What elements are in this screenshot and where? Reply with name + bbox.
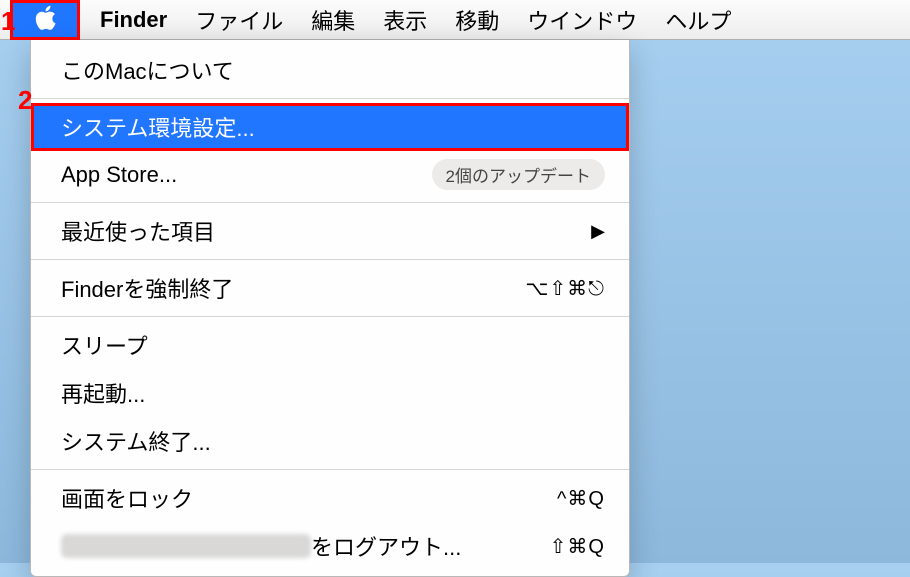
apple-icon [34,5,56,35]
menu-label: 最近使った項目 [61,215,215,247]
update-badge: 2個のアップデート [432,159,605,190]
menu-label: Finderを強制終了 [61,272,233,304]
menu-label: このMacについて [61,54,234,86]
shortcut-text: ^⌘Q [557,486,605,511]
menubar-file[interactable]: ファイル [181,0,297,39]
menu-label: をログアウト... [61,530,461,562]
annotation-2: 2 [18,85,32,116]
apple-dropdown-menu: このMacについて システム環境設定... App Store... 2個のアッ… [30,40,630,577]
menu-restart[interactable]: 再起動... [31,369,629,417]
annotation-1: 1 [1,6,15,37]
menu-about-this-mac[interactable]: このMacについて [31,46,629,94]
menubar-view[interactable]: 表示 [369,0,441,39]
menubar-go[interactable]: 移動 [441,0,513,39]
menu-separator [31,469,629,470]
apple-menu-button[interactable] [10,0,80,40]
menu-label: App Store... [61,162,177,188]
shortcut-text: ⌥⇧⌘⎋ [525,276,605,301]
menu-app-store[interactable]: App Store... 2個のアップデート [31,151,629,198]
menu-force-quit[interactable]: Finderを強制終了 ⌥⇧⌘⎋ [31,264,629,312]
menu-shutdown[interactable]: システム終了... [31,417,629,465]
menu-label: 再起動... [61,377,145,409]
menu-lock-screen[interactable]: 画面をロック ^⌘Q [31,474,629,522]
menu-label: スリープ [61,329,148,361]
shortcut-text: ⇧⌘Q [550,534,605,559]
submenu-arrow-icon: ▶ [591,221,605,242]
menubar: Finder ファイル 編集 表示 移動 ウインドウ ヘルプ [0,0,910,40]
redacted-username [61,534,311,558]
menubar-app-name[interactable]: Finder [80,0,181,39]
menu-recent-items[interactable]: 最近使った項目 ▶ [31,207,629,255]
menu-separator [31,202,629,203]
menu-separator [31,98,629,99]
menu-system-preferences[interactable]: システム環境設定... [31,103,629,151]
menubar-help[interactable]: ヘルプ [651,0,745,39]
menubar-window[interactable]: ウインドウ [513,0,651,39]
logout-suffix: をログアウト... [311,530,461,562]
menubar-edit[interactable]: 編集 [297,0,369,39]
menu-label: システム環境設定... [61,111,255,143]
menu-label: 画面をロック [61,482,193,514]
menu-separator [31,259,629,260]
menu-sleep[interactable]: スリープ [31,321,629,369]
menu-separator [31,316,629,317]
menu-label: システム終了... [61,425,211,457]
